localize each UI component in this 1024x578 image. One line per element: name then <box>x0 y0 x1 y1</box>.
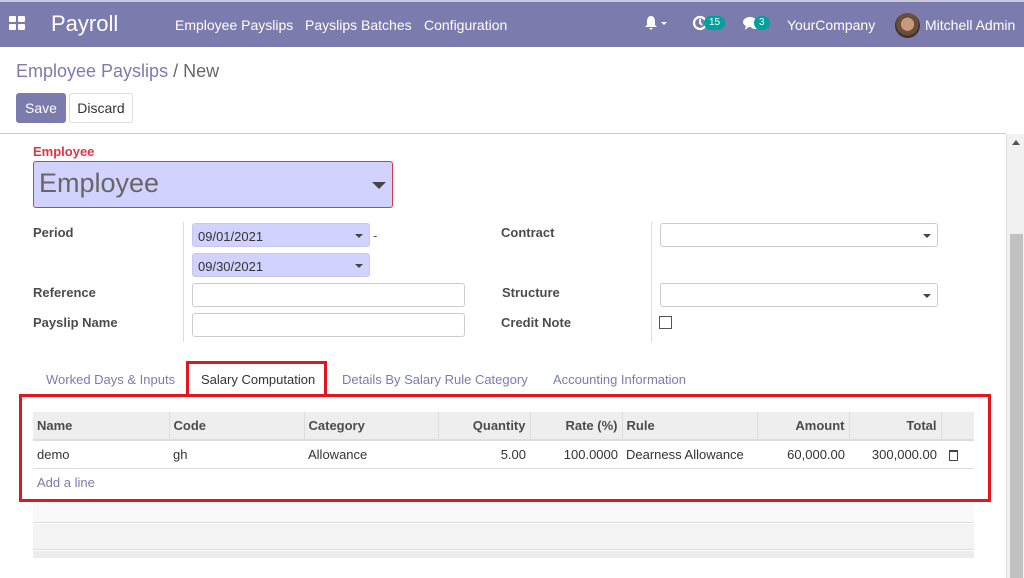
cell-total[interactable]: 300,000.00 <box>849 440 941 469</box>
empty-row <box>33 524 974 550</box>
cell-actions <box>941 440 974 469</box>
menu-payslips-batches[interactable]: Payslips Batches <box>305 17 412 33</box>
cell-quantity[interactable]: 5.00 <box>438 440 530 469</box>
date-from-input[interactable]: 09/01/2021 <box>192 223 370 247</box>
credit-note-checkbox[interactable] <box>659 316 672 329</box>
table-row[interactable]: demo gh Allowance 5.00 100.0000 Dearness… <box>33 440 974 469</box>
column-header-rule[interactable]: Rule <box>622 412 758 441</box>
group-separator <box>651 222 652 342</box>
reference-label: Reference <box>33 285 96 300</box>
column-header-quantity[interactable]: Quantity <box>438 412 531 441</box>
contract-select[interactable] <box>660 223 938 247</box>
notifications-bell-icon[interactable] <box>645 15 667 34</box>
tab-details-by-salary-rule-category[interactable]: Details By Salary Rule Category <box>342 372 528 387</box>
apps-menu-icon[interactable] <box>9 16 25 30</box>
scroll-up-arrow-icon[interactable] <box>1012 140 1020 145</box>
chevron-down-icon <box>355 234 363 238</box>
breadcrumb-separator: / <box>168 61 184 81</box>
group-separator <box>183 222 184 342</box>
tab-accounting-information[interactable]: Accounting Information <box>553 372 686 387</box>
company-switcher[interactable]: YourCompany <box>787 17 875 33</box>
cell-name[interactable]: demo <box>33 440 169 469</box>
payslip-name-label: Payslip Name <box>33 315 118 330</box>
activity-count-badge: 15 <box>704 16 726 30</box>
column-header-name[interactable]: Name <box>33 412 170 441</box>
empty-row <box>33 502 974 523</box>
user-menu[interactable]: Mitchell Admin <box>925 17 1015 33</box>
date-to-input[interactable]: 09/30/2021 <box>192 253 370 277</box>
cell-rule[interactable]: Dearness Allowance <box>622 440 757 469</box>
column-header-rate[interactable]: Rate (%) <box>530 412 623 441</box>
contract-label: Contract <box>501 225 555 240</box>
app-name[interactable]: Payroll <box>51 11 118 37</box>
table-header-row: Name Code Category Quantity Rate (%) Rul… <box>33 412 974 441</box>
cell-code[interactable]: gh <box>169 440 304 469</box>
discard-button[interactable]: Discard <box>69 93 133 123</box>
reference-input[interactable] <box>192 283 465 307</box>
message-count-badge: 3 <box>754 16 770 30</box>
add-a-line-link[interactable]: Add a line <box>37 475 95 490</box>
employee-select[interactable]: Employee <box>33 161 393 208</box>
cell-amount[interactable]: 60,000.00 <box>757 440 849 469</box>
chevron-down-icon <box>372 182 386 189</box>
employee-label: Employee <box>33 144 95 159</box>
vertical-scrollbar[interactable] <box>1006 134 1024 578</box>
menu-configuration[interactable]: Configuration <box>424 17 507 33</box>
structure-label: Structure <box>502 285 560 300</box>
cell-rate[interactable]: 100.0000 <box>530 440 622 469</box>
breadcrumb-parent[interactable]: Employee Payslips <box>16 61 168 81</box>
column-header-code[interactable]: Code <box>169 412 305 441</box>
chevron-down-icon <box>923 294 931 298</box>
date-to-value: 09/30/2021 <box>198 259 264 274</box>
empty-row <box>33 551 974 558</box>
save-button[interactable]: Save <box>16 93 66 123</box>
credit-note-label: Credit Note <box>501 315 572 330</box>
user-avatar[interactable] <box>895 13 920 38</box>
column-header-amount[interactable]: Amount <box>757 412 850 441</box>
date-from-value: 09/01/2021 <box>198 229 264 244</box>
column-header-category[interactable]: Category <box>304 412 439 441</box>
employee-placeholder: Employee <box>39 168 160 198</box>
period-separator: - <box>373 228 378 243</box>
period-label: Period <box>33 225 74 240</box>
structure-select[interactable] <box>660 283 938 307</box>
control-panel-divider <box>0 133 1006 134</box>
column-header-actions <box>941 412 974 441</box>
chevron-down-icon <box>923 234 931 238</box>
salary-computation-table: Name Code Category Quantity Rate (%) Rul… <box>33 412 974 469</box>
scroll-thumb[interactable] <box>1010 234 1023 578</box>
trash-icon[interactable] <box>949 449 958 461</box>
payslip-name-input[interactable] <box>192 313 465 337</box>
menu-employee-payslips[interactable]: Employee Payslips <box>175 17 293 33</box>
column-header-total[interactable]: Total <box>849 412 942 441</box>
highlight-box-tab <box>186 361 327 397</box>
breadcrumb-current: New <box>183 61 220 81</box>
tab-worked-days-inputs[interactable]: Worked Days & Inputs <box>46 372 175 387</box>
cell-category[interactable]: Allowance <box>304 440 438 469</box>
breadcrumb: Employee Payslips / New <box>16 61 219 82</box>
chevron-down-icon <box>355 264 363 268</box>
top-navbar: Payroll Employee Payslips Payslips Batch… <box>0 0 1024 47</box>
